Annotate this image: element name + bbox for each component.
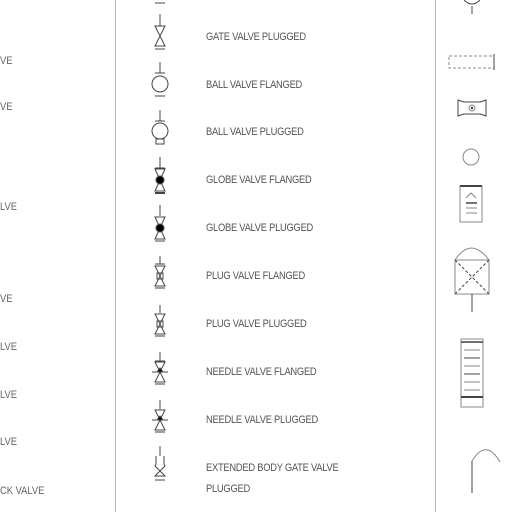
plug-valve-plugged-symbol (154, 305, 166, 337)
ball-valve-flanged-symbol (151, 62, 169, 97)
circle-symbol (462, 148, 480, 166)
globe-valve-plugged-symbol (154, 205, 166, 242)
gooseneck-vent-symbol (471, 449, 501, 493)
extended-body-gate-valve-symbol (153, 446, 167, 481)
valve-symbols (151, 0, 501, 493)
ball-valve-plugged-symbol (151, 110, 169, 145)
tank-symbol (454, 247, 490, 312)
gate-valve-plugged-symbol (154, 14, 166, 50)
heat-exchanger-symbol (460, 338, 484, 408)
cap-symbol (463, 0, 481, 14)
globe-valve-flanged-symbol (154, 157, 166, 194)
flow-meter-symbol (457, 99, 487, 117)
needle-valve-flanged-symbol (152, 352, 168, 385)
strainer-symbol (448, 54, 495, 70)
level-gauge-symbol (459, 185, 483, 223)
plug-valve-flanged-symbol (154, 256, 166, 289)
needle-valve-plugged-symbol (152, 400, 168, 433)
